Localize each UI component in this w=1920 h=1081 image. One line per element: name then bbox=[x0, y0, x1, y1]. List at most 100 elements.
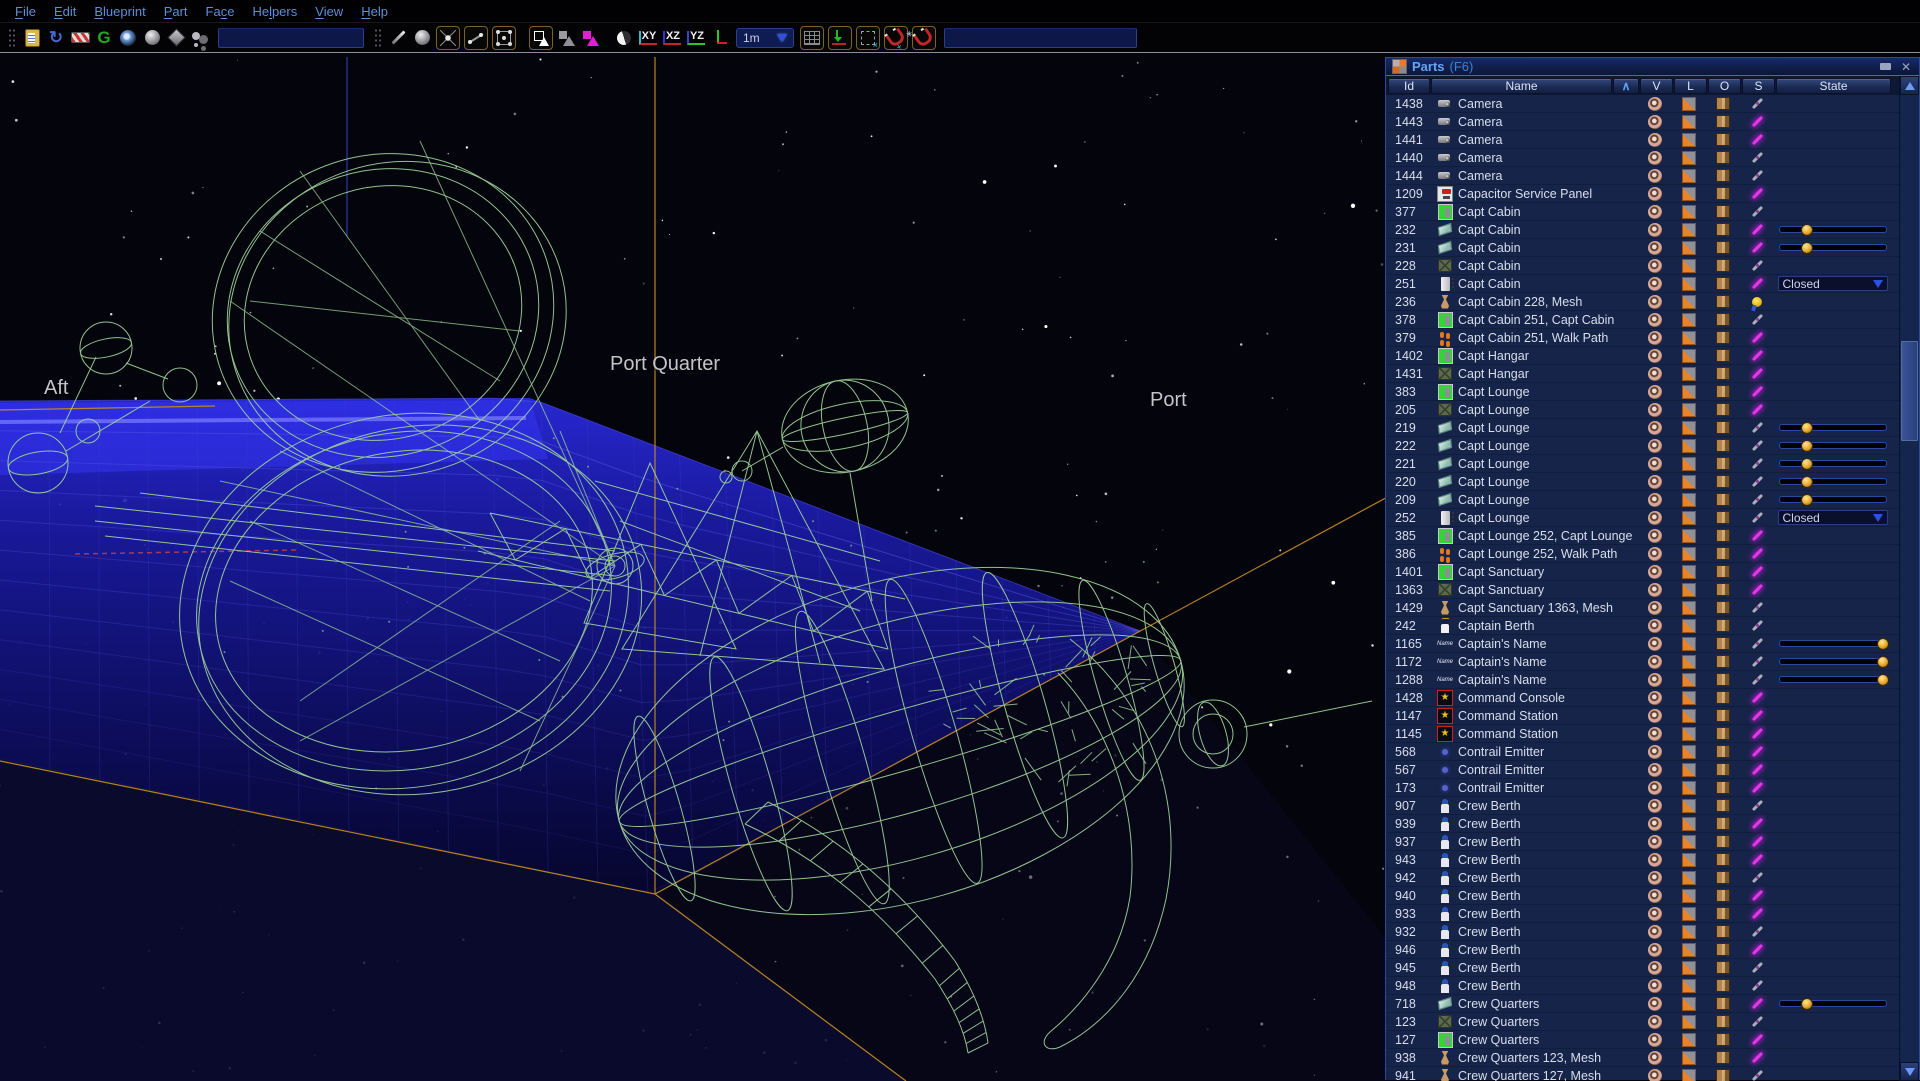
visibility-eye-icon[interactable] bbox=[1648, 97, 1662, 111]
selection-slash-icon[interactable] bbox=[1751, 602, 1762, 613]
slider-track[interactable] bbox=[1779, 658, 1887, 665]
object-box-icon[interactable] bbox=[1716, 313, 1730, 326]
slider-knob[interactable] bbox=[1877, 674, 1889, 686]
lock-flag-icon[interactable] bbox=[1682, 781, 1696, 795]
selection-slash-icon[interactable] bbox=[1751, 1016, 1762, 1027]
part-row[interactable]: 123Crew Quarters bbox=[1386, 1013, 1901, 1031]
sphere-icon[interactable] bbox=[141, 27, 163, 49]
lock-flag-icon[interactable] bbox=[1682, 709, 1696, 723]
part-row[interactable]: 1165NameCaptain's Name bbox=[1386, 635, 1901, 653]
visibility-eye-icon[interactable] bbox=[1648, 223, 1662, 237]
slider-knob[interactable] bbox=[1801, 494, 1813, 506]
object-box-icon[interactable] bbox=[1716, 601, 1730, 614]
part-row[interactable]: 222Capt Lounge bbox=[1386, 437, 1901, 455]
selection-slash-icon[interactable] bbox=[1751, 332, 1762, 343]
object-box-icon[interactable] bbox=[1716, 493, 1730, 506]
part-row[interactable]: 252Capt LoungeClosed bbox=[1386, 509, 1901, 527]
lock-flag-icon[interactable] bbox=[1682, 1015, 1696, 1029]
lock-flag-icon[interactable] bbox=[1682, 223, 1696, 237]
part-row[interactable]: 937Crew Berth bbox=[1386, 833, 1901, 851]
lock-flag-icon[interactable] bbox=[1682, 349, 1696, 363]
selection-slash-icon[interactable] bbox=[1751, 566, 1762, 577]
selection-slash-icon[interactable] bbox=[1751, 692, 1762, 703]
visibility-eye-icon[interactable] bbox=[1648, 385, 1662, 399]
part-row[interactable]: 1402Capt Hangar bbox=[1386, 347, 1901, 365]
part-row[interactable]: 205Capt Lounge bbox=[1386, 401, 1901, 419]
object-box-icon[interactable] bbox=[1716, 853, 1730, 866]
selection-slash-icon[interactable] bbox=[1751, 440, 1762, 451]
visibility-eye-icon[interactable] bbox=[1648, 727, 1662, 741]
face-select-icon[interactable] bbox=[529, 26, 553, 50]
selection-slash-icon[interactable] bbox=[1751, 1052, 1762, 1063]
part-row[interactable]: 941Crew Quarters 127, Mesh bbox=[1386, 1067, 1901, 1081]
lock-flag-icon[interactable] bbox=[1682, 511, 1696, 525]
selection-slash-icon[interactable] bbox=[1751, 116, 1762, 127]
slider-track[interactable] bbox=[1779, 676, 1887, 683]
object-box-icon[interactable] bbox=[1716, 439, 1730, 452]
selection-slash-icon[interactable] bbox=[1751, 368, 1762, 379]
selection-slash-icon[interactable] bbox=[1751, 674, 1762, 685]
selection-slash-icon[interactable] bbox=[1751, 98, 1762, 109]
lock-flag-icon[interactable] bbox=[1682, 943, 1696, 957]
visibility-eye-icon[interactable] bbox=[1648, 817, 1662, 831]
object-box-icon[interactable] bbox=[1716, 457, 1730, 470]
object-box-icon[interactable] bbox=[1716, 799, 1730, 812]
part-row[interactable]: 933Crew Berth bbox=[1386, 905, 1901, 923]
lock-flag-icon[interactable] bbox=[1682, 763, 1696, 777]
visibility-eye-icon[interactable] bbox=[1648, 583, 1662, 597]
slider-track[interactable] bbox=[1779, 442, 1887, 449]
lock-flag-icon[interactable] bbox=[1682, 493, 1696, 507]
object-box-icon[interactable] bbox=[1716, 781, 1730, 794]
menu-part[interactable]: Part bbox=[155, 2, 197, 21]
visibility-eye-icon[interactable] bbox=[1648, 133, 1662, 147]
plane-yz-button[interactable]: YZ bbox=[685, 27, 707, 49]
object-box-icon[interactable] bbox=[1716, 817, 1730, 830]
state-slider[interactable] bbox=[1779, 457, 1887, 471]
part-row[interactable]: 1363Capt Sanctuary bbox=[1386, 581, 1901, 599]
object-box-icon[interactable] bbox=[1716, 763, 1730, 776]
part-row[interactable]: 236Capt Cabin 228, Mesh bbox=[1386, 293, 1901, 311]
object-box-icon[interactable] bbox=[1716, 385, 1730, 398]
lock-flag-icon[interactable] bbox=[1682, 277, 1696, 291]
object-box-icon[interactable] bbox=[1716, 943, 1730, 956]
object-box-icon[interactable] bbox=[1716, 907, 1730, 920]
selection-slash-icon[interactable] bbox=[1751, 980, 1762, 991]
object-box-icon[interactable] bbox=[1716, 961, 1730, 974]
slider-knob[interactable] bbox=[1801, 458, 1813, 470]
lock-flag-icon[interactable] bbox=[1682, 889, 1696, 903]
lock-flag-icon[interactable] bbox=[1682, 655, 1696, 669]
selection-slash-icon[interactable] bbox=[1751, 818, 1762, 829]
part-row[interactable]: 1440Camera bbox=[1386, 149, 1901, 167]
column-header-selection[interactable]: S bbox=[1742, 78, 1775, 94]
shade-magenta-icon[interactable] bbox=[580, 27, 602, 49]
object-box-icon[interactable] bbox=[1716, 889, 1730, 902]
visibility-eye-icon[interactable] bbox=[1648, 691, 1662, 705]
selection-slash-icon[interactable] bbox=[1751, 908, 1762, 919]
selection-slash-icon[interactable] bbox=[1751, 728, 1762, 739]
slider-knob[interactable] bbox=[1801, 998, 1813, 1010]
selection-slash-icon[interactable] bbox=[1751, 386, 1762, 397]
object-box-icon[interactable] bbox=[1716, 151, 1730, 164]
selection-slash-icon[interactable] bbox=[1751, 746, 1762, 757]
menu-edit[interactable]: Edit bbox=[45, 2, 85, 21]
lock-flag-icon[interactable] bbox=[1682, 385, 1696, 399]
lock-flag-icon[interactable] bbox=[1682, 169, 1696, 183]
selection-slash-icon[interactable] bbox=[1751, 764, 1762, 775]
object-box-icon[interactable] bbox=[1716, 673, 1730, 686]
object-box-icon[interactable] bbox=[1716, 133, 1730, 146]
slider-knob[interactable] bbox=[1801, 422, 1813, 434]
state-slider[interactable] bbox=[1779, 637, 1887, 651]
scrollbar-thumb[interactable] bbox=[1901, 341, 1918, 441]
object-box-icon[interactable] bbox=[1716, 223, 1730, 236]
lock-flag-icon[interactable] bbox=[1682, 1051, 1696, 1065]
part-row[interactable]: 938Crew Quarters 123, Mesh bbox=[1386, 1049, 1901, 1067]
visibility-eye-icon[interactable] bbox=[1648, 295, 1662, 309]
column-header-id[interactable]: Id bbox=[1388, 78, 1430, 94]
selection-slash-icon[interactable] bbox=[1751, 458, 1762, 469]
grid-toggle-icon[interactable] bbox=[800, 26, 824, 50]
letter-g-icon[interactable]: G bbox=[93, 27, 115, 49]
menu-help[interactable]: Help bbox=[352, 2, 397, 21]
object-box-icon[interactable] bbox=[1716, 547, 1730, 560]
part-row[interactable]: 232Capt Cabin bbox=[1386, 221, 1901, 239]
visibility-eye-icon[interactable] bbox=[1648, 439, 1662, 453]
